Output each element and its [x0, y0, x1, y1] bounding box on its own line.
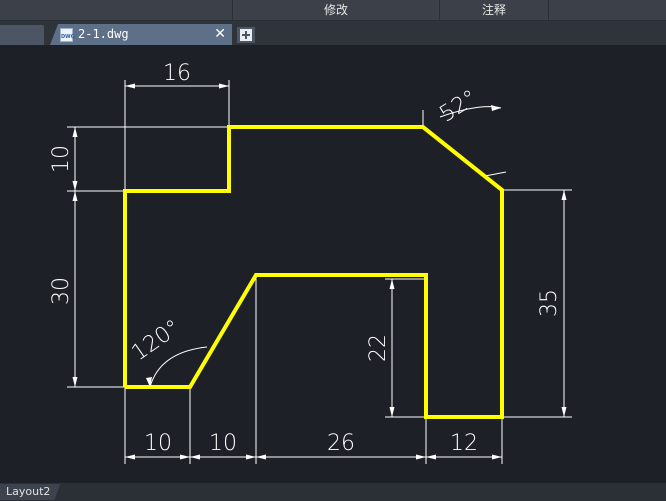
- document-tab-title: 2-1.dwg: [78, 27, 129, 41]
- menu-bar: 修改 注释: [0, 0, 666, 21]
- dim-inner-height[interactable]: 22: [366, 334, 391, 362]
- dwg-file-icon: [60, 28, 73, 42]
- dim-left-step[interactable]: 10: [49, 145, 74, 173]
- close-icon[interactable]: ✕: [214, 24, 226, 45]
- menu-annotate[interactable]: 注释: [439, 0, 548, 20]
- dim-angle-top[interactable]: 52°: [435, 86, 481, 128]
- dimension-lines: [67, 80, 572, 464]
- dim-bottom-1[interactable]: 10: [144, 431, 172, 456]
- dim-bottom-3[interactable]: 26: [327, 431, 355, 456]
- drawing-canvas[interactable]: 16 10 30 35 22 10 10 26 12 52° 120°: [0, 45, 666, 483]
- menu-modify[interactable]: 修改: [232, 0, 439, 20]
- dim-right-height[interactable]: 35: [537, 289, 562, 317]
- new-tab-icon: [240, 29, 252, 41]
- document-tab-bar: 2-1.dwg ✕: [0, 21, 666, 45]
- new-tab-button[interactable]: [237, 27, 255, 43]
- dimension-arrows: [72, 83, 567, 460]
- drawing-svg: 16 10 30 35 22 10 10 26 12 52° 120°: [49, 61, 572, 464]
- layout2-tab[interactable]: Layout2: [0, 484, 60, 500]
- document-tab[interactable]: 2-1.dwg ✕: [50, 24, 232, 45]
- dim-bottom-2[interactable]: 10: [209, 431, 237, 456]
- dim-top-width[interactable]: 16: [163, 61, 191, 86]
- dim-left-height[interactable]: 30: [49, 277, 74, 305]
- dim-angle-bottom[interactable]: 120°: [127, 315, 185, 366]
- menu-empty: [548, 0, 666, 20]
- dim-bottom-4[interactable]: 12: [450, 431, 478, 456]
- previous-tab[interactable]: [0, 25, 44, 45]
- layout-tab-bar: Layout2: [0, 483, 666, 501]
- part-outline[interactable]: [123, 125, 504, 419]
